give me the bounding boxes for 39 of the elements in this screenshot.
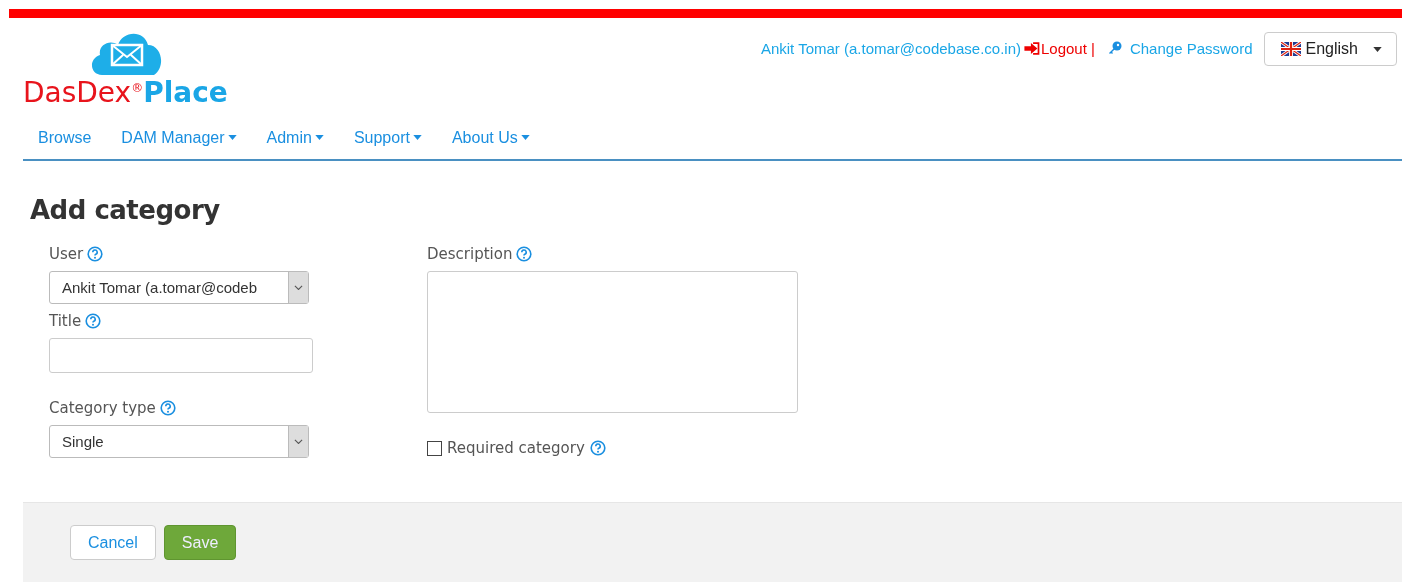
select-field[interactable]: Single <box>49 425 309 458</box>
nav-menu-item[interactable]: Support <box>338 128 437 147</box>
nav-menu-item[interactable]: DAM Manager <box>106 128 252 147</box>
help-icon[interactable] <box>85 313 102 329</box>
logout-link[interactable]: Logout | <box>1041 40 1095 57</box>
chevron-icon <box>294 284 303 291</box>
caret-icon <box>520 135 530 140</box>
chevron-icon <box>294 438 303 445</box>
nav-menu-item[interactable]: About Us <box>436 128 545 147</box>
flag-icon <box>1280 42 1301 56</box>
nav-menu-item[interactable]: Browse <box>23 128 107 147</box>
user-link[interactable]: Ankit Tomar (a.tomar@codebase.co.in) <box>760 40 1021 57</box>
save-button[interactable]: Save <box>163 525 237 560</box>
cancel-button[interactable]: Cancel <box>70 525 156 560</box>
logout-icon <box>1024 42 1040 55</box>
nav-menu-item[interactable]: Admin <box>251 128 339 147</box>
help-icon[interactable] <box>159 400 176 416</box>
field-label: Description <box>427 245 513 263</box>
page-title: Add category <box>30 195 221 225</box>
caret-icon <box>314 135 324 140</box>
help-icon[interactable] <box>87 246 104 262</box>
caret-icon <box>412 135 422 140</box>
checkbox[interactable] <box>427 440 442 456</box>
logo-text: DasDex$^{®}$ <box>23 76 144 110</box>
input-field[interactable] <box>49 338 313 373</box>
caret-icon <box>1373 46 1382 52</box>
change-password-link[interactable]: Change Password <box>1129 40 1253 57</box>
key-icon <box>1107 41 1122 55</box>
field-label: Category type <box>49 399 156 417</box>
caret-icon <box>227 135 237 140</box>
logo-text: Place <box>143 76 228 110</box>
help-icon[interactable] <box>516 246 533 262</box>
help-icon[interactable] <box>589 440 606 456</box>
description-field[interactable] <box>427 271 798 413</box>
field-label: Title <box>49 312 82 330</box>
select-field[interactable]: Ankit Tomar (a.tomar@codeb <box>49 271 309 304</box>
checkbox-label: Required category <box>447 439 585 457</box>
field-label: User <box>49 245 84 263</box>
language-dropdown[interactable]: English <box>1263 32 1397 66</box>
